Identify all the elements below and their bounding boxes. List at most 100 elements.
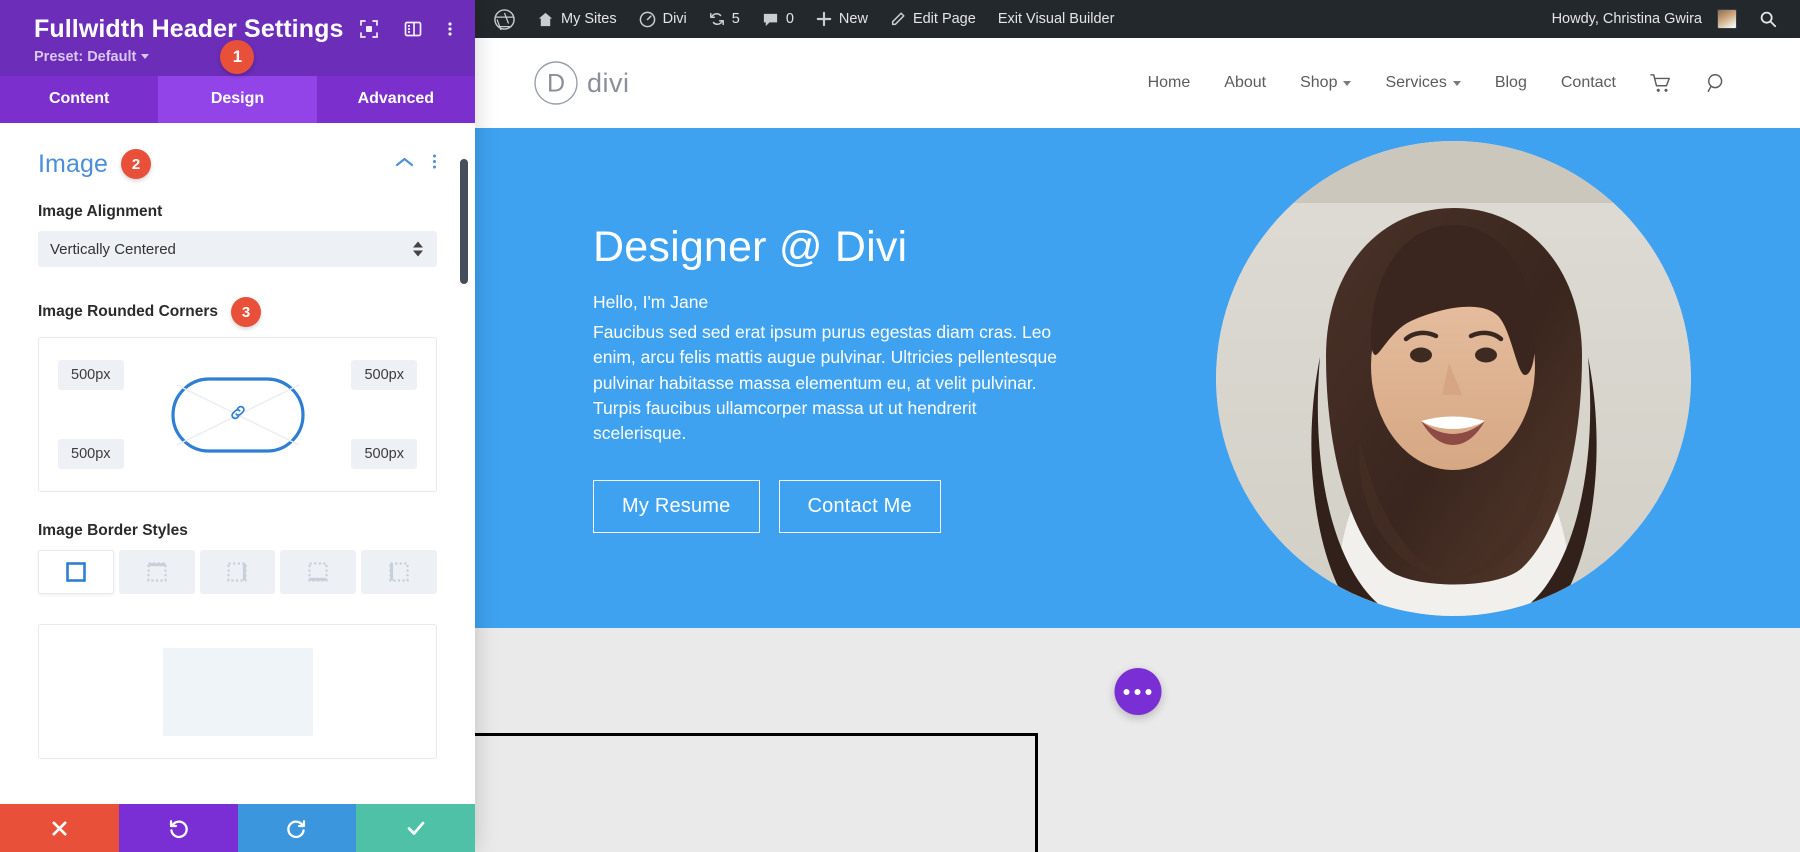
image-section-header[interactable]: Image 2 xyxy=(38,149,437,179)
exit-visual-builder-label: Exit Visual Builder xyxy=(998,11,1115,27)
step-badge-1: 1 xyxy=(220,40,254,74)
select-arrows-icon xyxy=(413,242,423,257)
border-right-icon[interactable] xyxy=(200,550,276,594)
site-bottom-area xyxy=(475,628,1800,852)
preset-selector[interactable]: Preset: Default xyxy=(34,49,149,65)
site-search-icon[interactable] xyxy=(1689,72,1745,94)
contact-me-button[interactable]: Contact Me xyxy=(779,480,941,533)
panel-scrollbar-thumb[interactable] xyxy=(460,159,468,284)
preview-thumbnail xyxy=(163,648,313,736)
image-alignment-value: Vertically Centered xyxy=(50,241,176,258)
admin-bar-exit-visual-builder[interactable]: Exit Visual Builder xyxy=(987,0,1126,38)
cancel-button[interactable] xyxy=(0,804,119,852)
chevron-down-icon xyxy=(141,54,149,59)
tab-advanced-label: Advanced xyxy=(358,90,434,107)
screen: Fullwidth Header Settings Preset: Defaul… xyxy=(0,0,1800,852)
divi-logo-mark-icon: D xyxy=(533,60,579,106)
border-preview-card xyxy=(38,624,437,759)
kebab-menu-icon[interactable] xyxy=(447,19,453,44)
hero-section: Designer @ Divi Hello, I'm Jane Faucibus… xyxy=(475,128,1800,628)
chevron-down-icon xyxy=(1343,81,1351,86)
redo-button[interactable] xyxy=(238,804,357,852)
new-label: New xyxy=(839,11,868,27)
nav-item-home[interactable]: Home xyxy=(1131,74,1208,92)
hero-buttons: My Resume Contact Me xyxy=(593,480,1167,533)
corner-top-left-input[interactable]: 500px xyxy=(58,360,124,390)
site-preview: My Sites Divi 5 0 New Edit Page xyxy=(475,0,1800,852)
wordpress-logo-icon[interactable] xyxy=(483,0,526,38)
howdy-label: Howdy, Christina Gwira xyxy=(1552,11,1702,27)
nav-item-services[interactable]: Services xyxy=(1368,74,1477,92)
panel-scroll-area: Image 2 Image Alignment xyxy=(0,123,475,804)
step-badge-3: 3 xyxy=(231,297,261,327)
rounded-corners-control: 500px 500px 500px 500px xyxy=(38,337,437,492)
search-icon[interactable] xyxy=(1748,0,1788,38)
hero-content: Designer @ Divi Hello, I'm Jane Faucibus… xyxy=(593,223,1167,532)
updates-count: 5 xyxy=(732,11,740,27)
fullwidth-header-settings-panel: Fullwidth Header Settings Preset: Defaul… xyxy=(0,0,475,852)
avatar xyxy=(1717,9,1737,29)
my-sites-label: My Sites xyxy=(561,11,617,27)
step-badge-2: 2 xyxy=(121,149,151,179)
tab-content-label: Content xyxy=(49,90,109,107)
module-selection-outline xyxy=(475,733,1038,852)
three-dots-icon xyxy=(1124,689,1130,695)
admin-bar-updates[interactable]: 5 xyxy=(698,0,751,38)
admin-bar-edit-page[interactable]: Edit Page xyxy=(879,0,987,38)
admin-bar-my-sites[interactable]: My Sites xyxy=(526,0,628,38)
border-bottom-icon[interactable] xyxy=(280,550,356,594)
comments-count: 0 xyxy=(786,11,794,27)
save-button[interactable] xyxy=(356,804,475,852)
panel-action-bar xyxy=(0,804,475,852)
link-icon[interactable] xyxy=(228,402,248,427)
svg-text:D: D xyxy=(547,70,565,98)
corner-bottom-right-input[interactable]: 500px xyxy=(351,439,417,469)
admin-bar-howdy[interactable]: Howdy, Christina Gwira xyxy=(1541,0,1748,38)
border-styles-group xyxy=(38,550,437,594)
hero-title: Designer @ Divi xyxy=(593,223,1167,272)
admin-bar-new[interactable]: New xyxy=(805,0,879,38)
site-logo-text: divi xyxy=(587,68,630,99)
nav-item-about[interactable]: About xyxy=(1207,74,1283,92)
admin-bar-comments[interactable]: 0 xyxy=(751,0,805,38)
hero-subtitle: Hello, I'm Jane xyxy=(593,290,1167,315)
edit-page-label: Edit Page xyxy=(913,11,976,27)
border-all-icon[interactable] xyxy=(38,550,114,594)
image-alignment-select[interactable]: Vertically Centered xyxy=(38,231,437,267)
nav-item-blog[interactable]: Blog xyxy=(1478,74,1544,92)
chevron-up-icon[interactable] xyxy=(395,155,414,173)
undo-button[interactable] xyxy=(119,804,238,852)
tab-design[interactable]: 1 Design xyxy=(158,76,316,123)
site-nav: Home About Shop Services Blog Contact xyxy=(1131,72,1745,94)
tab-design-label: Design xyxy=(211,90,264,107)
tab-advanced[interactable]: Advanced xyxy=(317,76,475,123)
my-resume-button[interactable]: My Resume xyxy=(593,480,760,533)
admin-bar-divi[interactable]: Divi xyxy=(628,0,698,38)
image-rounded-corners-label: Image Rounded Corners 3 xyxy=(38,297,437,327)
cart-icon[interactable] xyxy=(1633,73,1689,93)
chevron-down-icon xyxy=(1453,81,1461,86)
hero-image-wrap xyxy=(1167,141,1741,616)
portrait-photo xyxy=(1216,141,1691,616)
nav-item-contact[interactable]: Contact xyxy=(1544,74,1633,92)
image-section-title: Image xyxy=(38,150,108,179)
site-header: D divi Home About Shop Services Blog Con… xyxy=(475,38,1800,128)
preset-label: Preset: Default xyxy=(34,49,136,65)
corner-bottom-left-input[interactable]: 500px xyxy=(58,439,124,469)
focus-icon[interactable] xyxy=(359,19,379,44)
border-top-icon[interactable] xyxy=(119,550,195,594)
section-kebab-menu-icon[interactable] xyxy=(432,153,437,175)
corner-top-right-input[interactable]: 500px xyxy=(351,360,417,390)
image-border-styles-label: Image Border Styles xyxy=(38,522,437,540)
wp-admin-bar: My Sites Divi 5 0 New Edit Page xyxy=(475,0,1800,38)
image-alignment-label: Image Alignment xyxy=(38,203,437,221)
divi-label: Divi xyxy=(663,11,687,27)
tab-content[interactable]: Content xyxy=(0,76,158,123)
site-logo[interactable]: D divi xyxy=(533,60,630,106)
border-left-icon[interactable] xyxy=(361,550,437,594)
page-title: Fullwidth Header Settings xyxy=(34,14,343,44)
nav-item-shop[interactable]: Shop xyxy=(1283,74,1368,92)
panel-tabs: Content 1 Design Advanced xyxy=(0,76,475,123)
layout-panel-icon[interactable] xyxy=(403,19,423,44)
divi-menu-fab[interactable] xyxy=(1114,668,1161,715)
